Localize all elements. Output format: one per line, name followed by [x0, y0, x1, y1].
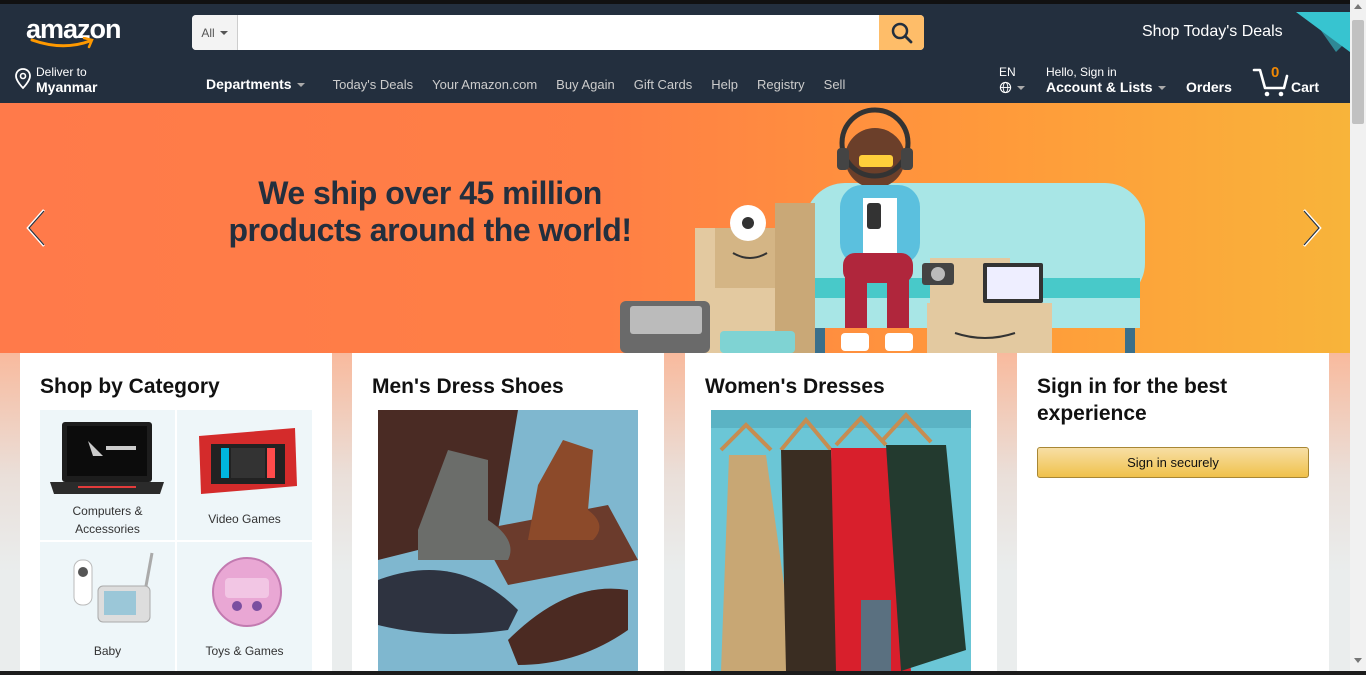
account-greeting: Hello, Sign in — [1046, 65, 1117, 79]
signin-card: Sign in for the best experience Sign in … — [1017, 353, 1329, 671]
hero-headline-line2: products around the world! — [228, 212, 632, 248]
search-button[interactable] — [879, 15, 924, 50]
category-label: Baby — [93, 644, 122, 658]
toy-ball-image — [212, 557, 282, 627]
search-bar: All — [192, 15, 924, 50]
amazon-home-page: amazon All Shop Today's Deals Deliver to… — [0, 0, 1366, 675]
nav-link-sell[interactable]: Sell — [824, 77, 846, 92]
deliver-to-label: Deliver to — [36, 65, 87, 79]
dresses-photo — [711, 410, 971, 671]
signin-title-line1: Sign in for the best — [1037, 375, 1228, 398]
scroll-down-arrow-icon[interactable] — [1354, 658, 1362, 663]
page-scrollbar[interactable] — [1350, 0, 1366, 675]
nav-link-gift-cards[interactable]: Gift Cards — [634, 77, 693, 92]
scroll-thumb[interactable] — [1352, 20, 1364, 124]
orders-link[interactable]: Orders — [1186, 79, 1232, 95]
signin-title-line2: experience — [1037, 402, 1147, 425]
carousel-prev-arrow-icon[interactable] — [24, 208, 48, 248]
shop-by-category-card: Shop by Category Computers & Accessories — [20, 353, 332, 672]
nav-link-help[interactable]: Help — [711, 77, 738, 92]
category-baby[interactable]: Baby — [40, 542, 175, 672]
deals-banner-text: Shop Today's Deals — [1142, 23, 1283, 40]
hero-carousel: We ship over 45 million products around … — [0, 103, 1350, 353]
search-icon — [891, 22, 912, 43]
category-label: Video Games — [208, 512, 281, 526]
deliver-to-country: Myanmar — [36, 79, 98, 95]
hero-headline: We ship over 45 million products around … — [200, 175, 660, 249]
language-selector[interactable]: EN — [999, 66, 1025, 94]
nav-link-todays-deals[interactable]: Today's Deals — [333, 77, 414, 92]
deliver-to[interactable]: Deliver to Myanmar — [14, 66, 97, 95]
card-title: Women's Dresses — [705, 375, 885, 398]
todays-deals-banner[interactable]: Shop Today's Deals — [1110, 4, 1350, 52]
sign-in-securely-button[interactable]: Sign in securely — [1037, 447, 1309, 478]
mens-dress-shoes-card[interactable]: Men's Dress Shoes — [352, 353, 664, 671]
cart-label: Cart — [1291, 79, 1320, 95]
category-label-line2: Accessories — [75, 522, 140, 536]
womens-dresses-image[interactable] — [711, 410, 971, 671]
globe-icon — [999, 81, 1012, 94]
category-label: Toys & Games — [205, 644, 284, 658]
browser-bottom-strip — [0, 671, 1366, 675]
card-title: Men's Dress Shoes — [372, 375, 564, 398]
chevron-down-icon — [1017, 85, 1025, 90]
baby-monitor-image — [73, 552, 154, 623]
signin-card-title: Sign in for the best experience — [1037, 373, 1309, 427]
shoes-photo — [378, 410, 638, 671]
mens-dress-shoes-image[interactable] — [378, 410, 638, 671]
chevron-down-icon — [296, 83, 305, 88]
nav-link-buy-again[interactable]: Buy Again — [556, 77, 615, 92]
chevron-down-icon — [1157, 86, 1166, 91]
card-title: Shop by Category — [40, 375, 220, 398]
amazon-logo[interactable]: amazon — [26, 14, 136, 54]
hero-headline-line1: We ship over 45 million — [258, 175, 602, 211]
search-category-dropdown[interactable]: All — [192, 15, 238, 50]
hero-illustration — [620, 107, 1145, 353]
language-code: EN — [999, 65, 1016, 79]
category-video-games[interactable]: Video Games — [177, 410, 312, 540]
nav-links: Departments Today's Deals Your Amazon.co… — [206, 76, 864, 92]
search-input[interactable] — [238, 15, 879, 50]
search-category-label: All — [201, 25, 215, 40]
category-label: Computers & Accessories — [40, 502, 175, 538]
carousel-next-arrow-icon[interactable] — [1300, 208, 1324, 248]
departments-label: Departments — [206, 76, 292, 92]
nav-link-registry[interactable]: Registry — [757, 77, 805, 92]
category-computers[interactable]: Computers & Accessories — [40, 410, 175, 540]
chevron-down-icon — [219, 30, 228, 35]
womens-dresses-card[interactable]: Women's Dresses — [685, 353, 997, 671]
cart-button[interactable]: 0 Cart — [1252, 62, 1332, 98]
category-grid: Computers & Accessories Video Games Baby… — [40, 410, 312, 672]
deals-corner-graphic — [1296, 12, 1350, 52]
nav-header: amazon All Shop Today's Deals Deliver to… — [0, 4, 1350, 103]
scroll-up-arrow-icon[interactable] — [1354, 4, 1362, 9]
category-toys-games[interactable]: Toys & Games — [177, 542, 312, 672]
cart-count: 0 — [1271, 64, 1280, 81]
game-console-image — [199, 428, 297, 494]
logo-smile-icon — [30, 37, 94, 49]
nav-link-your-amazon[interactable]: Your Amazon.com — [432, 77, 537, 92]
account-lists-menu[interactable]: Hello, Sign in Account & Lists — [1046, 66, 1166, 96]
account-label: Account & Lists — [1046, 79, 1153, 95]
laptop-image — [50, 422, 164, 494]
location-pin-icon — [15, 68, 31, 90]
departments-menu[interactable]: Departments — [206, 76, 305, 92]
category-label-line1: Computers & — [72, 504, 143, 518]
